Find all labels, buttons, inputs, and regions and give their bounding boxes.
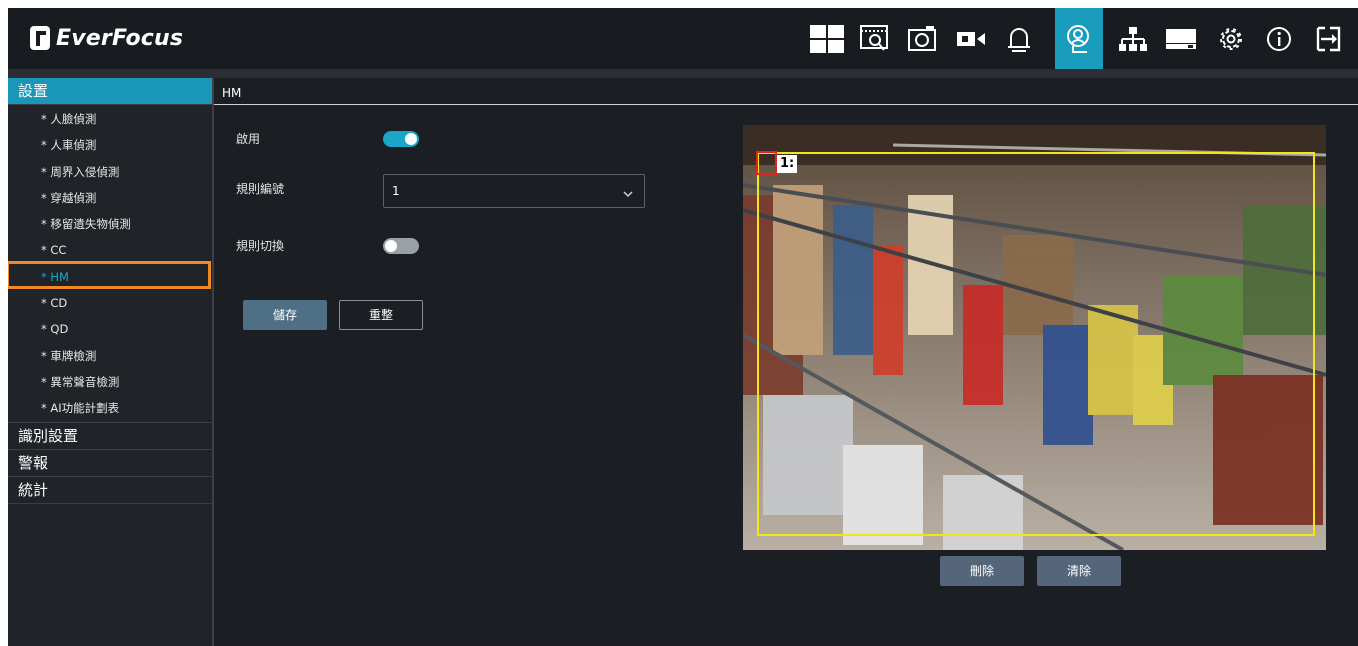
- sidebar-item-hm[interactable]: * HM: [8, 264, 212, 290]
- sidebar-item-human-vehicle-detection[interactable]: * 人車偵測: [8, 132, 212, 158]
- sidebar-section-settings[interactable]: 設置: [8, 78, 212, 105]
- delete-button[interactable]: 刪除: [940, 556, 1024, 586]
- network-icon[interactable]: [1109, 8, 1157, 69]
- rule-switch-toggle[interactable]: [383, 238, 419, 254]
- rule-number-value: 1: [392, 184, 400, 198]
- sidebar-item-face-detection[interactable]: * 人臉偵測: [8, 106, 212, 132]
- sidebar-item-object-left-missing[interactable]: * 移留遺失物偵測: [8, 211, 212, 237]
- rule-number-label: 規則編號: [236, 182, 285, 196]
- storage-icon[interactable]: [1157, 8, 1205, 69]
- sidebar-section-alarm[interactable]: 警報: [8, 450, 212, 477]
- snapshot-icon[interactable]: [899, 8, 947, 69]
- alarm-bell-icon[interactable]: [995, 8, 1043, 69]
- title-divider: [214, 104, 1358, 105]
- save-button[interactable]: 儲存: [243, 300, 327, 330]
- sidebar-item-line-crossing[interactable]: * 穿越偵測: [8, 185, 212, 211]
- toolbar-divider: [8, 69, 1358, 78]
- toggle-knob: [385, 240, 397, 252]
- info-icon[interactable]: [1255, 8, 1303, 69]
- sidebar-item-perimeter-intrusion[interactable]: * 周界入侵偵測: [8, 159, 212, 185]
- enable-toggle[interactable]: [383, 131, 419, 147]
- brand-logo: EverFocus: [30, 22, 183, 54]
- sidebar-item-license-plate[interactable]: * 車牌檢測: [8, 343, 212, 369]
- brand-name: EverFocus: [56, 25, 184, 51]
- chevron-down-icon: [622, 185, 634, 204]
- ai-face-icon[interactable]: [1055, 8, 1103, 69]
- sidebar-item-abnormal-sound[interactable]: * 異常聲音檢測: [8, 369, 212, 395]
- toggle-knob: [405, 133, 417, 145]
- layout-grid-icon[interactable]: [803, 8, 851, 69]
- sidebar: 設置 * 人臉偵測 * 人車偵測 * 周界入侵偵測 * 穿越偵測 * 移留遺失物…: [8, 78, 214, 646]
- top-toolbar: EverFocus: [8, 8, 1358, 78]
- sidebar-section-statistics[interactable]: 統計: [8, 477, 212, 504]
- gear-icon[interactable]: [1207, 8, 1255, 69]
- logout-icon[interactable]: [1305, 8, 1353, 69]
- sidebar-item-qd[interactable]: * QD: [8, 316, 212, 342]
- page-title: HM: [222, 86, 242, 100]
- sidebar-item-cc[interactable]: * CC: [8, 237, 212, 263]
- rule-number-select[interactable]: 1: [383, 174, 645, 208]
- sidebar-item-cd[interactable]: * CD: [8, 290, 212, 316]
- detection-region[interactable]: [757, 152, 1315, 536]
- sidebar-submenu: * 人臉偵測 * 人車偵測 * 周界入侵偵測 * 穿越偵測 * 移留遺失物偵測 …: [8, 105, 212, 423]
- record-icon[interactable]: [947, 8, 995, 69]
- playback-icon[interactable]: [851, 8, 899, 69]
- brand-mark-icon: [30, 26, 50, 50]
- app-window: EverFocus 設置 * 人臉偵測 * 人車偵測 * 周界入侵偵測 * 穿越…: [8, 8, 1358, 646]
- enable-label: 啟用: [236, 132, 261, 146]
- region-label: 1:: [777, 155, 798, 173]
- rule-switch-label: 規則切換: [236, 239, 285, 253]
- reset-button[interactable]: 重整: [339, 300, 423, 330]
- sidebar-section-recognition[interactable]: 識別設置: [8, 423, 212, 450]
- sidebar-item-ai-schedule[interactable]: * AI功能計劃表: [8, 395, 212, 423]
- region-corner-handle[interactable]: [756, 151, 777, 175]
- main-panel: HM 啟用 規則編號 1 規則切換 儲存 重整 1: 刪除 清除: [214, 78, 1358, 646]
- clear-button[interactable]: 清除: [1037, 556, 1121, 586]
- camera-preview[interactable]: 1:: [743, 125, 1326, 550]
